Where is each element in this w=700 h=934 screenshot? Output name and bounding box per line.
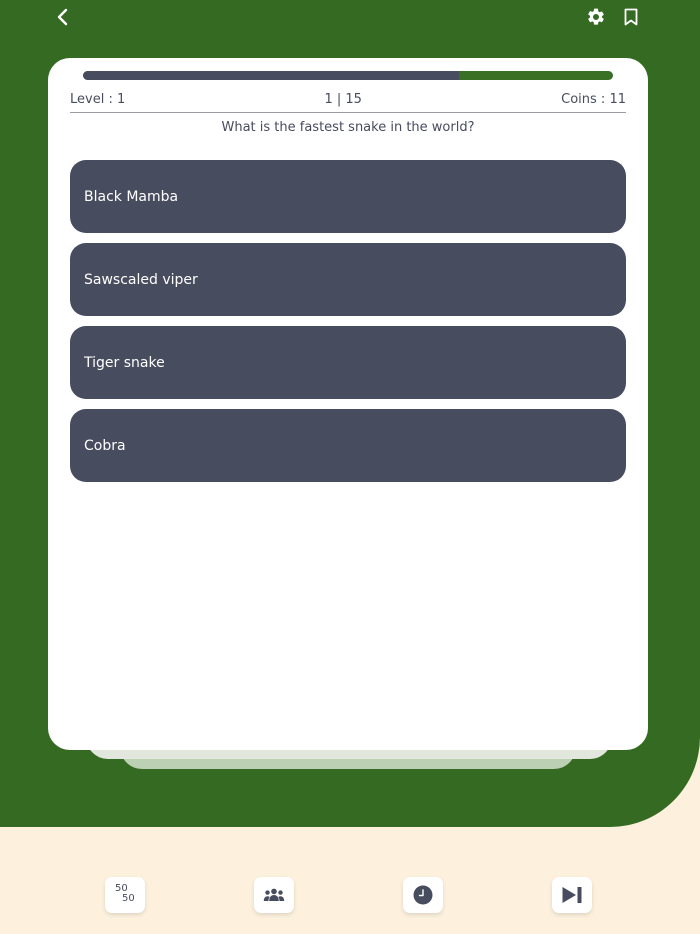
answer-option-label: Tiger snake	[84, 354, 165, 371]
answer-option-label: Cobra	[84, 437, 126, 454]
progress-bar	[83, 71, 613, 80]
answer-option-label: Black Mamba	[84, 188, 179, 205]
skip-question-button[interactable]	[552, 877, 592, 913]
level-label: Level : 1	[70, 92, 126, 107]
fifty-fifty-bottom-digits: 50	[122, 893, 135, 904]
answer-option-4[interactable]: Cobra	[70, 409, 626, 482]
progress-bar-fill	[83, 71, 460, 80]
timer-button[interactable]	[403, 877, 443, 913]
answer-options: Black Mamba Sawscaled viper Tiger snake …	[70, 160, 626, 492]
chevron-left-icon	[57, 8, 68, 26]
gear-icon	[588, 8, 604, 25]
audience-poll-button[interactable]	[254, 877, 294, 913]
answer-option-1[interactable]: Black Mamba	[70, 160, 626, 233]
settings-button[interactable]	[585, 6, 607, 28]
coins-label: Coins : 11	[561, 92, 626, 107]
answer-option-3[interactable]: Tiger snake	[70, 326, 626, 399]
back-button[interactable]	[50, 5, 74, 29]
bookmark-icon	[624, 8, 638, 26]
fifty-fifty-button[interactable]: 50 50	[105, 877, 145, 913]
answer-option-label: Sawscaled viper	[84, 271, 198, 288]
bookmark-button[interactable]	[620, 6, 642, 28]
skip-next-icon	[562, 887, 582, 903]
question-counter: 1 | 15	[324, 92, 362, 107]
clock-icon	[413, 885, 433, 905]
question-text: What is the fastest snake in the world?	[221, 120, 475, 135]
answer-option-2[interactable]: Sawscaled viper	[70, 243, 626, 316]
stats-row: Level : 1 1 | 15 Coins : 11	[70, 91, 626, 113]
fifty-fifty-icon: 50 50	[114, 884, 136, 906]
audience-icon	[263, 888, 285, 901]
question-card: Level : 1 1 | 15 Coins : 11 What is the …	[48, 58, 648, 750]
